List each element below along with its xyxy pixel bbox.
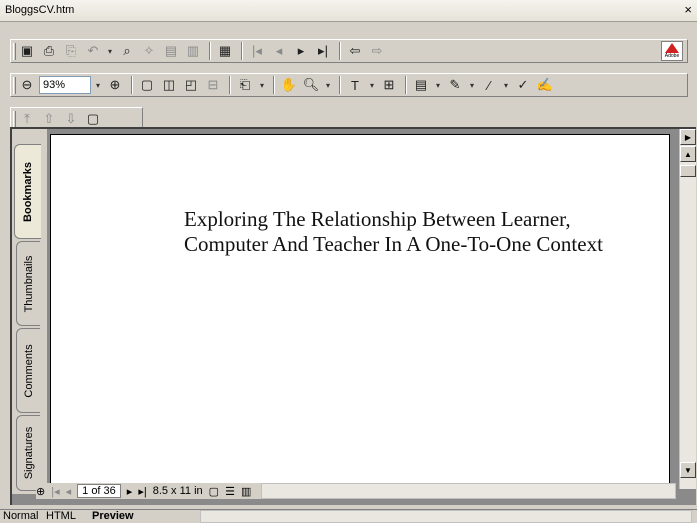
tab-comments[interactable]: Comments: [16, 328, 40, 413]
zoom-tool-icon[interactable]: 🔍︎: [301, 75, 321, 95]
print-icon[interactable]: ⎙: [39, 41, 59, 61]
tab-normal[interactable]: Normal: [3, 510, 38, 523]
title-bar: BloggsCV.htm ×: [0, 0, 697, 22]
tab-thumbnails-label: Thumbnails: [22, 255, 35, 312]
insert-pages-icon[interactable]: ▥: [183, 41, 203, 61]
first-page-icon[interactable]: |◂: [247, 41, 267, 61]
tab-html[interactable]: HTML: [46, 510, 76, 523]
search-icon[interactable]: ✧: [139, 41, 159, 61]
toolbar-grip[interactable]: [13, 77, 16, 94]
prev-page-status-icon[interactable]: ◂: [66, 485, 72, 498]
scroll-down-arrow-icon[interactable]: ▼: [680, 462, 696, 478]
tab-bookmarks-label: Bookmarks: [22, 161, 34, 222]
vertical-scrollbar[interactable]: ▶ ▲ ▼: [679, 129, 696, 489]
snapshot-icon[interactable]: ⊞: [379, 75, 399, 95]
toolbar-separator: [405, 76, 407, 94]
note-tool-icon[interactable]: ▤: [411, 75, 431, 95]
extract-pages-icon[interactable]: ▤: [161, 41, 181, 61]
hand-tool-icon[interactable]: ✋: [279, 75, 299, 95]
tab-signatures[interactable]: Signatures: [16, 415, 40, 491]
adobe-wordmark: Adobe: [664, 53, 680, 59]
first-page-small-icon[interactable]: ⤒: [17, 109, 37, 129]
spell-check-icon[interactable]: ✓: [513, 75, 533, 95]
last-page-icon[interactable]: ▸|: [313, 41, 333, 61]
note-dropdown-icon[interactable]: ▾: [433, 75, 443, 95]
undo-dropdown-icon[interactable]: ▾: [105, 41, 115, 61]
copy-icon[interactable]: ⎘: [61, 41, 81, 61]
document-viewer: Bookmarks Thumbnails Comments Signatures…: [10, 127, 696, 505]
text-select-dropdown-icon[interactable]: ▾: [367, 75, 377, 95]
find-icon[interactable]: ⌕: [117, 41, 137, 61]
zoom-input[interactable]: 93%: [39, 76, 91, 94]
facing-pages-icon[interactable]: ▥: [241, 485, 251, 498]
toolbar-separator: [229, 76, 231, 94]
app-window: BloggsCV.htm × ▣ ⎙ ⎘ ↶ ▾ ⌕ ✧ ▤ ▥ ▦ |◂ ◂ …: [0, 0, 697, 523]
page-icon[interactable]: ▢: [83, 109, 103, 129]
last-page-status-icon[interactable]: ▸|: [138, 485, 146, 498]
sign-icon[interactable]: ✍: [535, 75, 555, 95]
back-icon[interactable]: ⇦: [345, 41, 365, 61]
toolbar-separator: [209, 42, 211, 60]
split-icon[interactable]: ⊕: [36, 485, 45, 498]
tab-comments-label: Comments: [22, 343, 35, 398]
close-icon[interactable]: ×: [684, 2, 692, 17]
toolbar-separator: [241, 42, 243, 60]
rotate-icon[interactable]: ⎗: [235, 75, 255, 95]
pdf-page[interactable]: Exploring The Relationship Between Learn…: [50, 134, 670, 484]
continuous-icon[interactable]: ☰: [225, 485, 235, 498]
tab-bookmarks[interactable]: Bookmarks: [14, 144, 41, 239]
toolbar-grip[interactable]: [13, 111, 16, 128]
first-page-status-icon[interactable]: |◂: [51, 485, 59, 498]
toolbar-separator: [339, 76, 341, 94]
single-page-icon[interactable]: ▢: [209, 485, 219, 498]
rotate-dropdown-icon[interactable]: ▾: [257, 75, 267, 95]
next-page-status-icon[interactable]: ▸: [127, 485, 133, 498]
scroll-up-arrow-icon[interactable]: ▲: [680, 146, 696, 162]
bottom-horizontal-scrollbar[interactable]: [200, 510, 692, 523]
prev-page-small-icon[interactable]: ⇧: [39, 109, 59, 129]
view-toolbar: ⊖ 93% ▾ ⊕ ▢ ◫ ◰ ⊟ ⎗ ▾ ✋ 🔍︎ ▾ T ▾ ⊞ ▤ ▾ ✎…: [10, 73, 688, 97]
page-size-label: 8.5 x 11 in: [152, 485, 203, 497]
fit-visible-icon[interactable]: ⊟: [203, 75, 223, 95]
actual-size-icon[interactable]: ▢: [137, 75, 157, 95]
pencil-icon[interactable]: ✎: [445, 75, 465, 95]
scroll-thumb[interactable]: [680, 165, 696, 177]
pencil-dropdown-icon[interactable]: ▾: [467, 75, 477, 95]
zoom-out-icon[interactable]: ⊖: [17, 75, 37, 95]
highlight-dropdown-icon[interactable]: ▾: [501, 75, 511, 95]
page-number-field[interactable]: 1 of 36: [77, 484, 121, 498]
fit-page-icon[interactable]: ◫: [159, 75, 179, 95]
toolbar-separator: [273, 76, 275, 94]
toolbar-separator: [339, 42, 341, 60]
tab-preview[interactable]: Preview: [92, 510, 134, 523]
status-bar: ⊕ |◂ ◂ 1 of 36 ▸ ▸| 8.5 x 11 in ▢ ☰ ▥: [36, 483, 676, 499]
zoom-dropdown-icon[interactable]: ▾: [93, 75, 103, 95]
adobe-mark: [665, 43, 679, 53]
show-navigation-pane-icon[interactable]: ▦: [215, 41, 235, 61]
toolbar-separator: [131, 76, 133, 94]
next-page-icon[interactable]: ▸: [291, 41, 311, 61]
zoom-in-icon[interactable]: ⊕: [105, 75, 125, 95]
next-page-small-icon[interactable]: ⇩: [61, 109, 81, 129]
zoom-tool-dropdown-icon[interactable]: ▾: [323, 75, 333, 95]
save-icon[interactable]: ▣: [17, 41, 37, 61]
tab-signatures-label: Signatures: [22, 426, 35, 480]
navigation-tabs: Bookmarks Thumbnails Comments Signatures: [12, 129, 47, 494]
highlight-icon[interactable]: ⁄: [479, 75, 499, 95]
window-title: BloggsCV.htm: [5, 4, 75, 16]
view-mode-tabs: Normal HTML Preview: [0, 509, 697, 523]
text-select-icon[interactable]: T: [345, 75, 365, 95]
scroll-right-arrow-icon[interactable]: ▶: [680, 129, 696, 145]
prev-page-icon[interactable]: ◂: [269, 41, 289, 61]
adobe-logo-icon[interactable]: Adobe: [661, 41, 683, 61]
horizontal-scrollbar[interactable]: [261, 483, 676, 499]
toolbar-grip[interactable]: [13, 43, 16, 60]
file-toolbar: ▣ ⎙ ⎘ ↶ ▾ ⌕ ✧ ▤ ▥ ▦ |◂ ◂ ▸ ▸| ⇦ ⇨ Adobe: [10, 39, 688, 63]
document-title-text: Exploring The Relationship Between Learn…: [184, 207, 603, 256]
undo-icon[interactable]: ↶: [83, 41, 103, 61]
tab-thumbnails[interactable]: Thumbnails: [16, 241, 40, 326]
forward-icon[interactable]: ⇨: [367, 41, 387, 61]
fit-width-icon[interactable]: ◰: [181, 75, 201, 95]
